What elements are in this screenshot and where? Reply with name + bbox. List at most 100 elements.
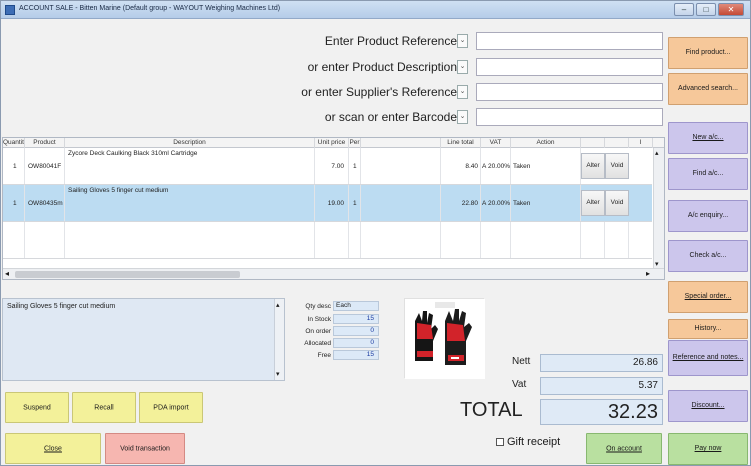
maximize-button[interactable]: □: [696, 3, 716, 16]
grid-horizontal-scrollbar[interactable]: ◂ ▸: [3, 268, 664, 279]
gift-receipt-label[interactable]: Gift receipt: [507, 436, 560, 448]
free-value: 15: [333, 350, 379, 360]
row-line-total: 22.80: [461, 200, 478, 207]
column-header-action[interactable]: Action: [511, 138, 581, 148]
empty-table-row: [3, 222, 652, 259]
scroll-up-icon[interactable]: ▴: [276, 301, 280, 309]
nett-value: 26.86: [540, 354, 663, 372]
allocated-label: Allocated: [304, 340, 331, 347]
void-button[interactable]: Void: [605, 153, 629, 179]
column-header-alter: [581, 138, 605, 148]
advanced-search-button[interactable]: Advanced search...: [668, 73, 748, 105]
void-button[interactable]: Void: [605, 190, 629, 216]
row-unit-price: 19.00: [327, 200, 344, 207]
free-label: Free: [317, 352, 331, 359]
suspend-button[interactable]: Suspend: [5, 392, 69, 423]
chevron-down-icon[interactable]: ⌄: [457, 85, 468, 99]
reference-notes-button[interactable]: Reference and notes...: [668, 340, 748, 376]
vat-value: 5.37: [540, 377, 663, 395]
row-description: Sailing Gloves 5 finger cut medium: [68, 187, 169, 194]
qty-desc-value: Each: [333, 301, 379, 311]
chevron-down-icon[interactable]: ⌄: [457, 34, 468, 48]
find-product-button[interactable]: Find product...: [668, 37, 748, 69]
scroll-right-icon[interactable]: ▸: [646, 269, 650, 278]
column-header-info: I: [629, 138, 653, 148]
grid-vertical-scrollbar[interactable]: ▴ ▾: [653, 148, 664, 269]
scroll-up-icon[interactable]: ▴: [655, 149, 659, 157]
close-button[interactable]: Close: [5, 433, 101, 464]
table-row[interactable]: 1 OW80041F Zycore Deck Caulking Black 31…: [3, 148, 652, 185]
column-header-description[interactable]: Description: [65, 138, 315, 148]
account-enquiry-button[interactable]: A/c enquiry...: [668, 200, 748, 232]
pay-now-button[interactable]: Pay now: [668, 433, 748, 465]
row-action: Taken: [513, 163, 531, 170]
scroll-down-icon[interactable]: ▾: [655, 260, 659, 268]
special-order-button[interactable]: Special order...: [668, 281, 748, 313]
column-header-line-total[interactable]: Line total: [441, 138, 481, 148]
supplier-reference-input[interactable]: [476, 83, 663, 101]
new-account-button[interactable]: New a/c...: [668, 122, 748, 154]
total-value: 32.23: [540, 399, 663, 425]
find-account-button[interactable]: Find a/c...: [668, 158, 748, 190]
row-vat-rate: 20.00%: [488, 200, 511, 207]
sale-lines-grid: Quantity Product Description Unit price …: [2, 137, 665, 280]
product-description-input[interactable]: [476, 58, 663, 76]
recall-button[interactable]: Recall: [72, 392, 136, 423]
supplier-reference-label: or enter Supplier's Reference: [301, 85, 457, 99]
description-scrollbar[interactable]: ▴ ▾: [274, 299, 284, 380]
chevron-down-icon[interactable]: ⌄: [457, 110, 468, 124]
column-header-blank: [361, 138, 441, 148]
account-sale-window: ACCOUNT SALE - Bitten Marine (Default gr…: [0, 0, 751, 466]
sailing-gloves-image: [404, 298, 485, 379]
chevron-down-icon[interactable]: ⌄: [457, 60, 468, 74]
row-vat-rate: 20.00%: [488, 163, 511, 170]
minimize-button[interactable]: –: [674, 3, 694, 16]
pda-import-button[interactable]: PDA import: [139, 392, 203, 423]
row-product-code: OW80435m: [28, 200, 63, 207]
in-stock-label: In Stock: [307, 316, 331, 323]
qty-desc-label: Qty desc: [305, 303, 331, 310]
discount-button[interactable]: Discount...: [668, 390, 748, 422]
close-window-button[interactable]: ✕: [718, 3, 744, 16]
column-header-product[interactable]: Product: [25, 138, 65, 148]
horizontal-scroll-thumb[interactable]: [15, 271, 240, 278]
row-per: 1: [353, 163, 357, 170]
column-header-per[interactable]: Per: [349, 138, 361, 148]
product-description-panel[interactable]: Sailing Gloves 5 finger cut medium ▴ ▾: [2, 298, 285, 381]
column-header-quantity[interactable]: Quantity: [3, 138, 25, 148]
row-product-code: OW80041F: [28, 163, 62, 170]
column-header-void: [605, 138, 629, 148]
nett-label: Nett: [512, 356, 531, 367]
table-row[interactable]: 1 OW80435m Sailing Gloves 5 finger cut m…: [3, 185, 652, 222]
selected-product-description: Sailing Gloves 5 finger cut medium: [7, 303, 116, 310]
alter-button[interactable]: Alter: [581, 190, 605, 216]
on-order-value: 0: [333, 326, 379, 336]
row-quantity: 1: [13, 163, 17, 170]
void-transaction-button[interactable]: Void transaction: [105, 433, 185, 464]
in-stock-value: 15: [333, 314, 379, 324]
column-header-vat[interactable]: VAT: [481, 138, 511, 148]
scroll-down-icon[interactable]: ▾: [276, 370, 280, 378]
search-row-product-description: or enter Product Description ⌄: [1, 57, 665, 77]
history-button[interactable]: History...: [668, 319, 748, 339]
alter-button[interactable]: Alter: [581, 153, 605, 179]
row-per: 1: [353, 200, 357, 207]
on-order-label: On order: [305, 328, 331, 335]
row-unit-price: 7.00: [331, 163, 344, 170]
product-reference-input[interactable]: [476, 32, 663, 50]
barcode-label: or scan or enter Barcode: [324, 110, 457, 124]
row-vat-code: A: [482, 163, 487, 170]
window-title: ACCOUNT SALE - Bitten Marine (Default gr…: [19, 5, 281, 12]
search-row-product-reference: Enter Product Reference ⌄: [1, 31, 665, 51]
allocated-value: 0: [333, 338, 379, 348]
title-bar: ACCOUNT SALE - Bitten Marine (Default gr…: [1, 1, 750, 19]
search-row-supplier-reference: or enter Supplier's Reference ⌄: [1, 82, 665, 102]
on-account-button[interactable]: On account: [586, 433, 662, 464]
scroll-left-icon[interactable]: ◂: [5, 269, 9, 278]
gift-receipt-checkbox[interactable]: [496, 438, 504, 446]
check-account-button[interactable]: Check a/c...: [668, 240, 748, 272]
barcode-input[interactable]: [476, 108, 663, 126]
row-line-total: 8.40: [465, 163, 478, 170]
column-header-unit-price[interactable]: Unit price: [315, 138, 349, 148]
app-icon: [5, 5, 15, 15]
